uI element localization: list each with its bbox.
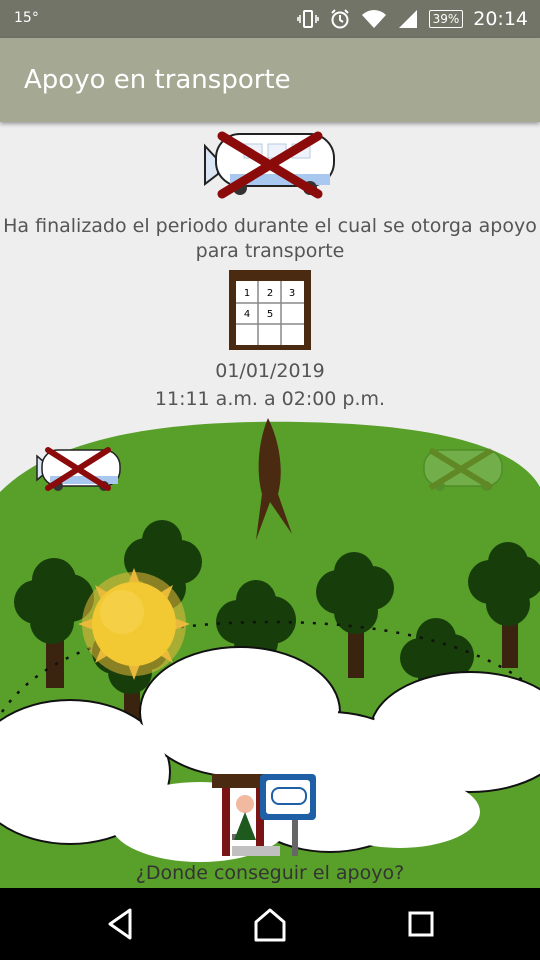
calendar-day: 4: [244, 309, 250, 320]
where-to-get-support-link[interactable]: ¿Donde conseguir el apoyo?: [0, 862, 540, 884]
temperature-label: 15°: [14, 10, 39, 26]
faded-bus-icon: [423, 447, 503, 491]
recents-icon[interactable]: [404, 904, 438, 944]
calendar-day: 1: [244, 288, 250, 299]
status-bar: 15° 39% 20:14: [0, 0, 540, 38]
signal-icon: [398, 10, 417, 28]
alarm-icon: [330, 9, 349, 29]
clock: 20:14: [473, 8, 528, 30]
calendar-icon: 1 2 3 4 5: [229, 270, 311, 350]
back-icon[interactable]: [104, 904, 138, 944]
end-of-support-message: Ha finalizado el periodo durante el cual…: [3, 215, 537, 262]
app-bar: Apoyo en transporte: [0, 38, 540, 122]
calendar-day: 3: [289, 288, 295, 299]
cancelled-bus-icon: [204, 131, 335, 199]
main-content: 1 2 3 4 5 Ha finalizado el periodo duran…: [0, 122, 540, 888]
page-title: Apoyo en transporte: [24, 65, 291, 95]
small-cancelled-bus-icon: [36, 447, 121, 491]
vibrate-icon: [296, 10, 319, 28]
calendar-day: 5: [267, 309, 273, 320]
wifi-icon: [361, 10, 386, 28]
home-icon[interactable]: [252, 904, 288, 944]
hours-label: 11:11 a.m. a 02:00 p.m.: [154, 388, 386, 410]
date-label: 01/01/2019: [215, 360, 325, 382]
battery-icon: 39%: [428, 10, 464, 28]
navigation-bar: [0, 888, 540, 960]
calendar-day: 2: [267, 288, 273, 299]
